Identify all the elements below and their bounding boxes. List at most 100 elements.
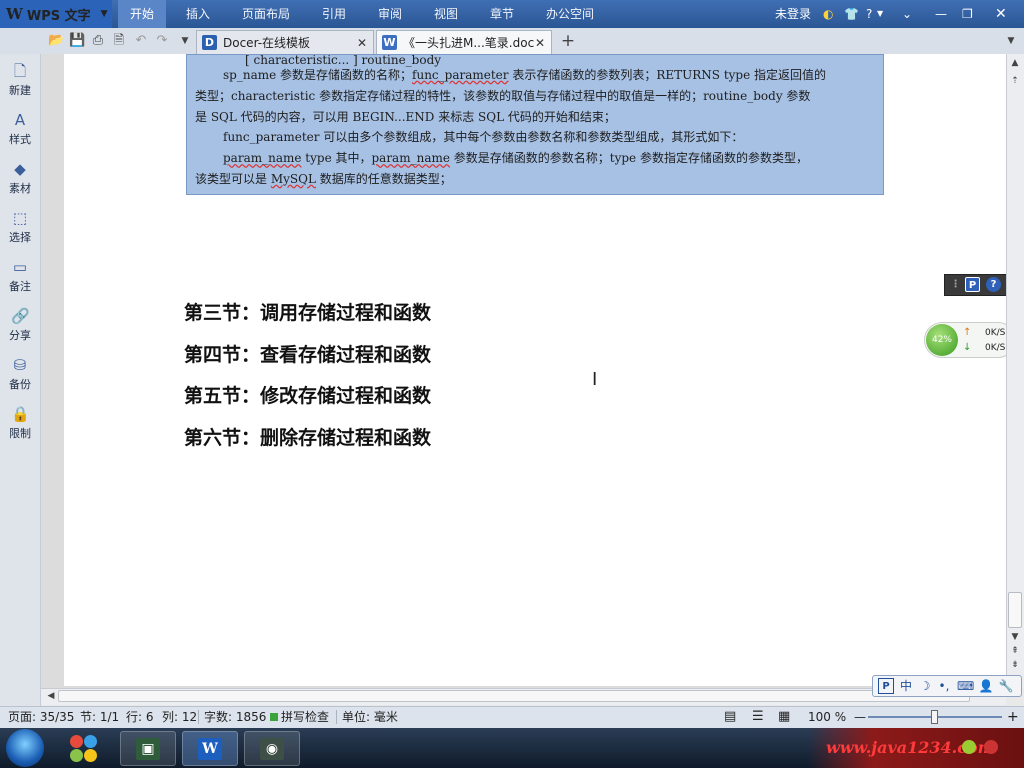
recorder-icon: ▣ [136, 738, 160, 760]
note-line: sp_name 参数是存储函数的名称；func_parameter 表示存储函数… [223, 68, 827, 82]
styles-icon: A [14, 111, 26, 129]
status-section: 节: 1/1 [80, 710, 120, 724]
scroll-up-icon[interactable]: ▲ [1008, 56, 1022, 70]
zoom-in-icon[interactable]: + [1007, 706, 1019, 728]
menu-references[interactable]: 引用 [312, 0, 356, 28]
sidebar-item-materials[interactable]: ◆ 素材 [0, 154, 40, 202]
chevron-down-icon: ▼ [100, 9, 108, 19]
scroll-left-icon[interactable]: ◀ [44, 689, 58, 703]
web-view-icon[interactable]: ▦ [778, 706, 790, 728]
upload-speed: 0K/S [985, 328, 1006, 338]
menu-home[interactable]: 开始 [118, 0, 166, 28]
tray-network-icon[interactable] [962, 740, 976, 754]
sidebar-item-restrict[interactable]: 🔒 限制 [0, 399, 40, 447]
help-dropdown-icon[interactable]: ▼ [877, 0, 883, 28]
note-line: param_name type 其中，param_name 参数是存储函数的参数… [223, 151, 808, 166]
ime-mode-button[interactable]: 中 [898, 678, 914, 694]
wps-writer-icon: W [198, 738, 222, 760]
tab-label: Docer-在线模板 [223, 36, 311, 50]
skin-icon[interactable]: ◐ [823, 0, 833, 28]
open-folder-icon[interactable]: 📂 [48, 33, 64, 49]
menu-page-layout[interactable]: 页面布局 [236, 0, 296, 28]
close-window-icon[interactable]: ✕ [995, 0, 1007, 28]
wps-app-menu-button[interactable]: W WPS 文字 ▼ [0, 0, 112, 28]
zoom-level[interactable]: 100 % [808, 706, 846, 728]
tab-document[interactable]: W 《一头扎进M...笔录.doc ✕ [376, 30, 552, 54]
shirt-icon[interactable]: 👕 [844, 0, 859, 28]
new-document-icon: 🗋 [13, 62, 27, 80]
print-preview-icon[interactable]: 🗎 [111, 33, 127, 49]
windows-start-icon[interactable] [6, 729, 44, 767]
sidebar-item-backup[interactable]: ⛁ 备份 [0, 350, 40, 398]
tray-security-icon[interactable] [984, 740, 998, 754]
note-line: 该类型可以是 MySQL 数据库的任意数据类型； [195, 171, 452, 186]
zoom-out-icon[interactable]: — [854, 706, 866, 728]
wps-doc-icon: W [382, 35, 397, 50]
help-button[interactable]: ? [866, 0, 872, 28]
ime-p-icon[interactable]: P [878, 678, 894, 694]
spell-check-button[interactable]: 拼写检查 [281, 706, 329, 728]
outline-view-icon[interactable]: ☰ [752, 706, 764, 728]
sidebar-item-select[interactable]: ⬚ 选择 [0, 203, 40, 251]
menu-chapter[interactable]: 章节 [480, 0, 524, 28]
quick-access-dropdown-icon[interactable]: ▼ [177, 33, 193, 49]
note-line: func_parameter 可以由多个参数组成，其中每个参数由参数名称和参数类… [223, 130, 744, 145]
tab-docer-templates[interactable]: D Docer-在线模板 ✕ [196, 30, 374, 54]
scroll-down-icon[interactable]: ▼ [1008, 630, 1022, 644]
p-tool-icon[interactable]: P [965, 277, 980, 292]
section-heading: 第六节：删除存储过程和函数 [184, 427, 432, 449]
next-page-icon[interactable]: ⇟ [1008, 658, 1022, 672]
new-tab-icon[interactable]: + [560, 33, 576, 50]
menu-review[interactable]: 审阅 [368, 0, 412, 28]
select-icon: ⬚ [12, 209, 28, 227]
drag-handle-icon[interactable]: ⋮ [948, 277, 963, 292]
wrench-icon[interactable]: 🔧 [998, 678, 1014, 694]
previous-page-icon[interactable]: ⇞ [1008, 644, 1022, 658]
sidebar-item-label: 新建 [9, 84, 31, 97]
taskbar-app-screen-capture[interactable]: ◉ [244, 731, 300, 766]
highlighted-text-box[interactable]: [ characteristic... ] routine_body sp_na… [186, 54, 884, 195]
restore-icon[interactable]: ❐ [962, 0, 973, 28]
wps-logo-icon: W [6, 5, 23, 23]
zoom-slider-handle[interactable] [931, 710, 938, 724]
horizontal-scroll-thumb[interactable] [58, 690, 970, 702]
user-icon[interactable]: 👤 [978, 678, 994, 694]
page-up-icon[interactable]: ⇡ [1008, 74, 1022, 88]
punctuation-icon[interactable]: •, [936, 678, 952, 694]
sidebar-item-notes[interactable]: ▭ 备注 [0, 252, 40, 300]
status-unit[interactable]: 单位: 毫米 [342, 706, 398, 728]
section-heading: 第三节：调用存储过程和函数 [184, 302, 432, 324]
collapse-ribbon-icon[interactable]: ⌄ [902, 0, 912, 28]
sidebar-item-share[interactable]: 🔗 分享 [0, 301, 40, 349]
taskbar-app-wps-writer[interactable]: W [182, 731, 238, 766]
download-speed: 0K/S [985, 343, 1006, 353]
print-icon[interactable]: ⎙ [90, 33, 106, 49]
taskbar-app-video-recorder[interactable]: ▣ [120, 731, 176, 766]
app-logo-label: WPS 文字 [26, 8, 91, 24]
menu-insert[interactable]: 插入 [176, 0, 220, 28]
minimize-icon[interactable]: — [935, 0, 947, 28]
status-page[interactable]: 页面: 35/35 [8, 706, 74, 728]
sidebar-item-label: 样式 [9, 133, 31, 146]
page-view-icon[interactable]: ▤ [724, 706, 736, 728]
undo-icon[interactable]: ↶ [133, 33, 149, 49]
status-word-count[interactable]: 字数: 1856 [204, 706, 266, 728]
sidebar-item-styles[interactable]: A 样式 [0, 105, 40, 153]
help-icon[interactable]: ? [986, 277, 1001, 292]
tab-list-dropdown-icon[interactable]: ▼ [1003, 33, 1019, 49]
status-row: 行: 6 [126, 710, 154, 724]
close-tab-icon[interactable]: ✕ [535, 31, 545, 55]
login-link[interactable]: 未登录 [775, 0, 811, 28]
keyboard-icon[interactable]: ⌨ [957, 678, 974, 694]
vertical-scroll-thumb[interactable] [1008, 592, 1022, 628]
app-launcher-icon[interactable] [66, 731, 102, 766]
menu-view[interactable]: 视图 [424, 0, 468, 28]
save-icon[interactable]: 💾 [69, 33, 85, 49]
capture-icon: ◉ [260, 738, 284, 760]
redo-icon[interactable]: ↷ [154, 33, 170, 49]
half-width-moon-icon[interactable]: ☽ [917, 678, 933, 694]
close-tab-icon[interactable]: ✕ [357, 31, 367, 55]
sidebar-item-new[interactable]: 🗋 新建 [0, 56, 40, 104]
link-icon: 🔗 [11, 307, 30, 325]
menu-office-space[interactable]: 办公空间 [540, 0, 600, 28]
